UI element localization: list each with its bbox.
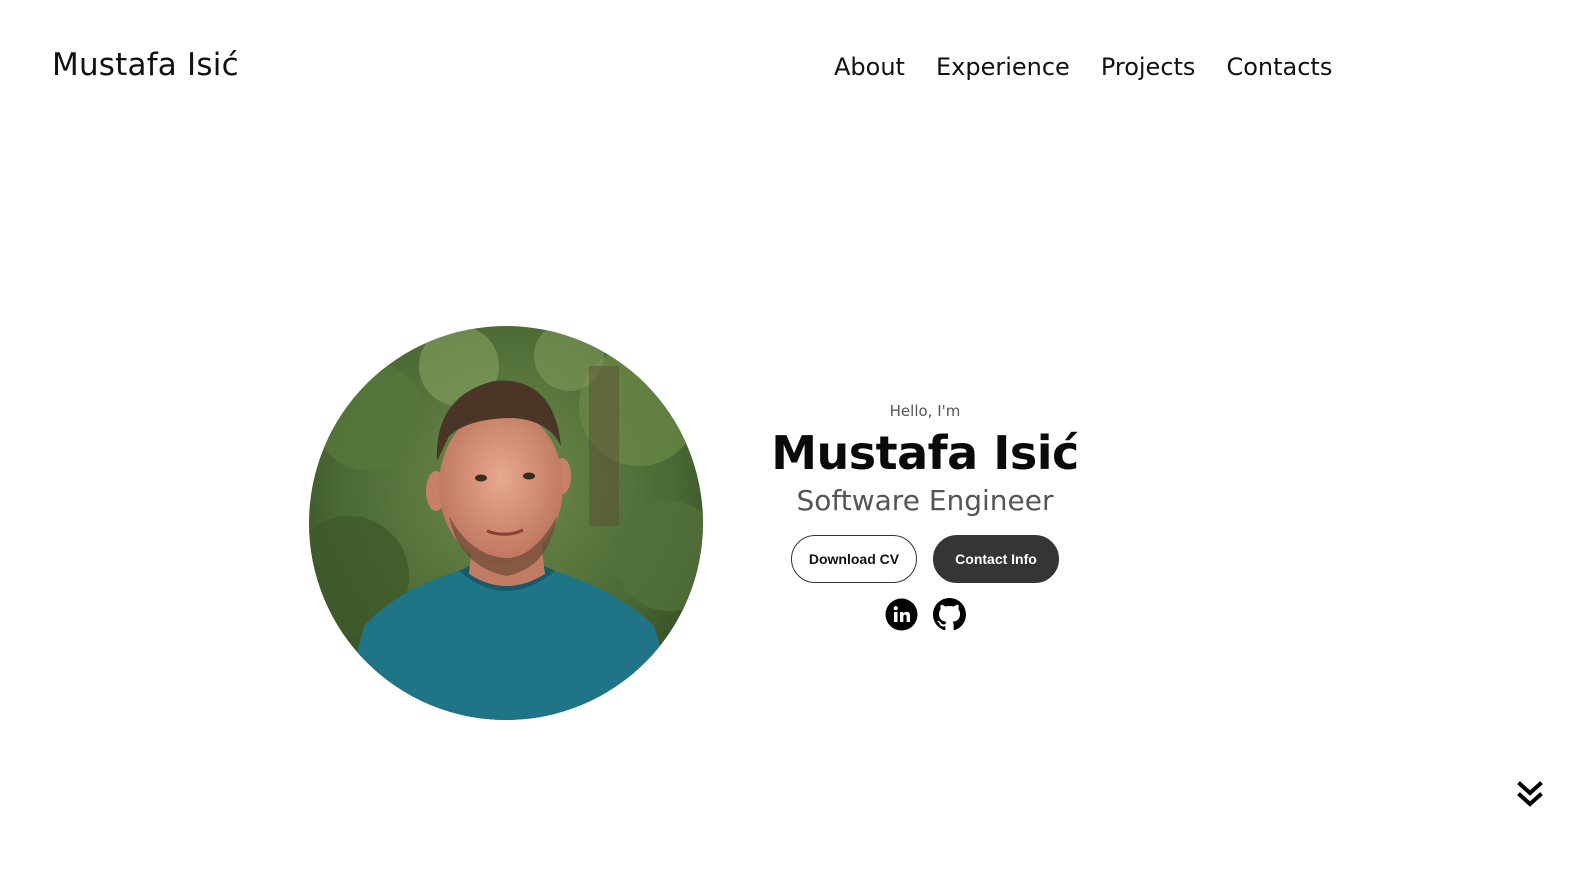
nav-contacts[interactable]: Contacts — [1226, 53, 1332, 81]
linkedin-icon[interactable] — [885, 598, 918, 631]
contact-info-button[interactable]: Contact Info — [933, 535, 1059, 583]
main-nav: About Experience Projects Contacts — [834, 53, 1332, 81]
social-links — [745, 598, 1105, 631]
nav-about[interactable]: About — [834, 53, 905, 81]
page: Mustafa Isić About Experience Projects C… — [0, 0, 1595, 874]
greeting: Hello, I'm — [889, 402, 961, 420]
github-icon[interactable] — [932, 598, 966, 631]
download-cv-button[interactable]: Download CV — [791, 535, 917, 583]
hero-name: Mustafa Isić — [771, 426, 1079, 480]
double-chevron-down-icon[interactable] — [1516, 780, 1544, 810]
hero-section: Hello, I'm Mustafa Isić Software Enginee… — [745, 398, 1105, 631]
site-brand[interactable]: Mustafa Isić — [52, 47, 239, 83]
profile-picture — [309, 326, 703, 720]
hero-buttons: Download CV Contact Info — [745, 535, 1105, 583]
nav-projects[interactable]: Projects — [1101, 53, 1196, 81]
nav-experience[interactable]: Experience — [936, 53, 1070, 81]
hero-role: Software Engineer — [796, 484, 1054, 517]
